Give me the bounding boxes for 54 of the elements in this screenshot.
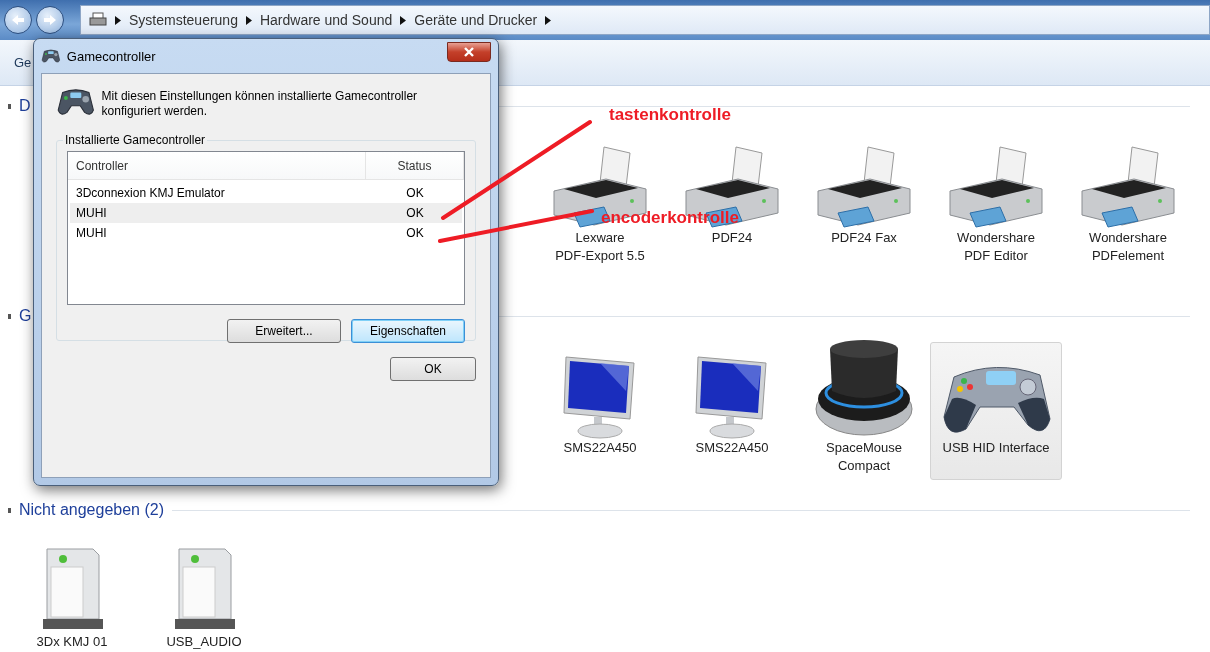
collapse-marker[interactable] <box>8 507 11 513</box>
device-label[interactable]: Wondershare PDFelement <box>1089 229 1167 265</box>
chevron-right-icon <box>545 15 552 25</box>
group-title: Installierte Gamecontroller <box>64 133 207 147</box>
breadcrumb-item[interactable]: Systemsteuerung <box>129 12 238 28</box>
controller-list[interactable]: Controller Status 3Dconnexion KMJ Emulator OK MUHI OK MUHI OK <box>67 151 465 305</box>
group-header[interactable]: D <box>19 97 31 115</box>
close-button[interactable] <box>447 42 491 62</box>
table-cell-text: MUHI <box>75 205 108 222</box>
device-label[interactable]: 3Dx KMJ 01 <box>36 633 108 651</box>
toolbar-item[interactable]: Ge <box>14 55 32 70</box>
device-tile[interactable]: USB HID Interface <box>930 342 1062 480</box>
list-row[interactable]: MUHI OK <box>70 203 462 223</box>
table-cell-text: OK <box>405 205 425 222</box>
close-icon <box>464 47 474 57</box>
table-cell-text: OK <box>405 185 425 202</box>
list-row[interactable]: MUHI OK <box>70 223 462 243</box>
device-label[interactable]: SMS22A450 <box>695 439 769 457</box>
device-label[interactable]: USB_AUDIO <box>166 633 242 651</box>
breadcrumb-item[interactable]: Geräte und Drucker <box>414 12 538 28</box>
back-button[interactable] <box>4 6 32 34</box>
device-label[interactable]: PDF24 Fax <box>831 229 897 247</box>
list-row[interactable]: 3Dconnexion KMJ Emulator OK <box>70 183 462 203</box>
collapse-marker[interactable] <box>8 313 11 319</box>
dialog-button[interactable]: Eigenschaften <box>351 319 465 343</box>
dialog-button[interactable]: Erweitert... <box>227 319 341 343</box>
gamepad-icon <box>41 47 61 65</box>
group-header[interactable]: G <box>19 307 32 325</box>
annotation-text: tastenkontrolle <box>609 105 731 125</box>
device-label[interactable]: Wondershare PDF Editor <box>957 229 1035 265</box>
device-label[interactable]: PDF24 <box>711 229 753 247</box>
printer-icon <box>89 12 107 28</box>
breadcrumb-item[interactable]: Hardware und Sound <box>259 12 393 28</box>
arrow-left-icon <box>11 14 25 26</box>
device-label: USB HID Interface <box>942 439 1050 457</box>
chevron-right-icon <box>115 15 121 25</box>
column-header[interactable]: Status <box>366 152 464 179</box>
description-text: Mit diesen Einstellungen können installierte Gamecontroller konfiguriert werden. <box>101 88 419 119</box>
device-label[interactable]: SMS22A450 <box>563 439 637 457</box>
column-header[interactable]: Controller <box>68 152 366 179</box>
chevron-right-icon <box>400 15 407 25</box>
group-header[interactable]: Nicht angegeben (2) <box>19 501 164 519</box>
forward-button[interactable] <box>36 6 64 34</box>
chevron-right-icon <box>245 15 252 25</box>
ok-button[interactable]: OK <box>390 357 476 381</box>
device-label[interactable]: Lexware PDF-Export 5.5 <box>555 229 645 265</box>
address-bar[interactable]: Systemsteuerung Hardware und Sound Geräte und Drucker <box>80 5 1210 35</box>
device-label[interactable]: SpaceMouse Compact <box>826 439 902 475</box>
window-title: Gamecontroller <box>66 48 157 64</box>
arrow-right-icon <box>43 14 57 26</box>
collapse-marker[interactable] <box>8 103 11 109</box>
table-cell-text: MUHI <box>75 225 108 242</box>
table-cell-text: OK <box>405 225 425 242</box>
table-cell-text: 3Dconnexion KMJ Emulator <box>75 185 226 202</box>
